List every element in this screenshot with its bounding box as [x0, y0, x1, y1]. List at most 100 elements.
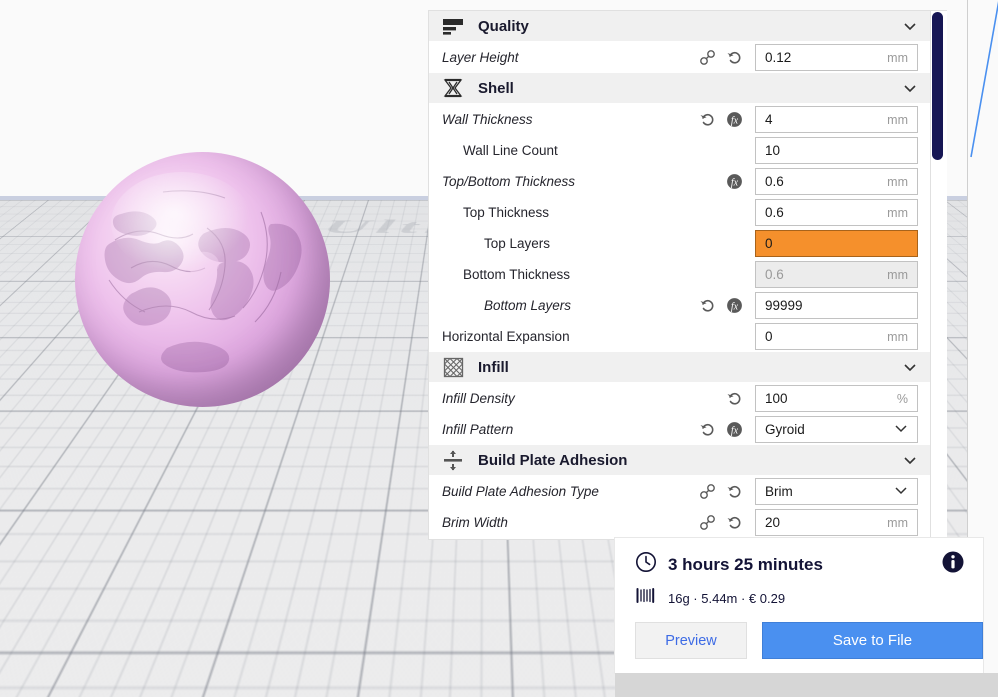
infill-pattern-dropdown[interactable]: Gyroid [755, 416, 918, 443]
globe-model[interactable] [75, 152, 330, 407]
setting-row-top-layers[interactable]: Top Layers 0 [429, 228, 930, 259]
print-settings-panel[interactable]: Quality Layer Height 0.12 mm [428, 10, 931, 540]
field-value: 20 [756, 515, 887, 530]
field-value: 0.6 [756, 267, 887, 282]
chevron-down-icon[interactable] [893, 482, 909, 501]
revert-icon[interactable] [726, 49, 743, 66]
save-to-file-button[interactable]: Save to File [762, 622, 983, 659]
setting-label: Top Thickness [442, 205, 743, 220]
print-info-card: 3 hours 25 minutes [615, 538, 983, 673]
top-thickness-input[interactable]: 0.6 mm [755, 199, 918, 226]
material-usage-text: 16g · 5.44m · € 0.29 [668, 591, 785, 606]
row-icon-group: fx [699, 111, 743, 128]
revert-icon[interactable] [726, 514, 743, 531]
category-label: Build Plate Adhesion [478, 452, 902, 469]
chevron-down-icon[interactable] [902, 452, 918, 468]
setting-row-build-plate-adhesion-type[interactable]: Build Plate Adhesion Type Brim [429, 476, 930, 507]
preview-button[interactable]: Preview [635, 622, 747, 659]
settings-category-infill[interactable]: Infill [429, 352, 930, 383]
field-value: 0 [756, 329, 887, 344]
field-value: 0.6 [756, 174, 887, 189]
setting-label: Bottom Thickness [442, 267, 743, 282]
field-unit: mm [887, 516, 917, 530]
setting-row-infill-pattern[interactable]: Infill Pattern fx Gyroid [429, 414, 930, 445]
field-value: 100 [756, 391, 897, 406]
layer-height-input[interactable]: 0.12 mm [755, 44, 918, 71]
setting-row-wall-line-count[interactable]: Wall Line Count 10 [429, 135, 930, 166]
chevron-down-icon[interactable] [902, 18, 918, 34]
setting-row-top-bottom-thickness[interactable]: Top/Bottom Thickness fx 0.6 mm [429, 166, 930, 197]
revert-icon[interactable] [726, 483, 743, 500]
setting-row-bottom-layers[interactable]: Bottom Layers fx 99999 [429, 290, 930, 321]
revert-icon[interactable] [699, 421, 716, 438]
formula-icon[interactable]: fx [726, 421, 743, 438]
setting-row-top-thickness[interactable]: Top Thickness 0.6 mm [429, 197, 930, 228]
row-icon-group: fx [726, 173, 743, 190]
svg-text:fx: fx [731, 301, 739, 312]
chevron-down-icon[interactable] [893, 420, 909, 439]
revert-icon[interactable] [699, 111, 716, 128]
info-icon[interactable] [942, 551, 964, 573]
bottom-layers-input[interactable]: 99999 [755, 292, 918, 319]
link-icon[interactable] [699, 49, 716, 66]
setting-label: Top Layers [442, 236, 743, 251]
field-unit: mm [887, 206, 917, 220]
brim-width-input[interactable]: 20 mm [755, 509, 918, 536]
print-time-text: 3 hours 25 minutes [668, 555, 823, 575]
top-layers-input[interactable]: 0 [755, 230, 918, 257]
revert-icon[interactable] [699, 297, 716, 314]
row-icon-group [699, 514, 743, 531]
build-plate-adhesion-icon [438, 449, 468, 471]
field-unit: % [897, 392, 917, 406]
field-unit: mm [887, 51, 917, 65]
formula-icon[interactable]: fx [726, 111, 743, 128]
field-value: 0.6 [756, 205, 887, 220]
bottom-thickness-input[interactable]: 0.6 mm [755, 261, 918, 288]
settings-category-quality[interactable]: Quality [429, 11, 930, 42]
top-bottom-thickness-input[interactable]: 0.6 mm [755, 168, 918, 195]
setting-label: Bottom Layers [442, 298, 699, 313]
setting-label: Wall Thickness [442, 112, 699, 127]
row-icon-group: fx [699, 297, 743, 314]
setting-label: Horizontal Expansion [442, 329, 743, 344]
material-usage-row: 16g · 5.44m · € 0.29 [615, 578, 983, 610]
cura-slicer-window: Ultimaker [0, 0, 998, 697]
build-plate-adhesion-type-dropdown[interactable]: Brim [755, 478, 918, 505]
clock-icon [635, 551, 657, 578]
formula-icon[interactable]: fx [726, 297, 743, 314]
link-icon[interactable] [699, 483, 716, 500]
setting-label: Top/Bottom Thickness [442, 174, 726, 189]
chevron-down-icon[interactable] [902, 359, 918, 375]
settings-category-build-plate-adhesion[interactable]: Build Plate Adhesion [429, 445, 930, 476]
offscreen-panel-edge-icon [968, 0, 998, 160]
setting-label: Infill Pattern [442, 422, 699, 437]
field-unit: mm [887, 268, 917, 282]
revert-icon[interactable] [726, 390, 743, 407]
row-icon-group [726, 390, 743, 407]
row-icon-group: fx [699, 421, 743, 438]
setting-row-horizontal-expansion[interactable]: Horizontal Expansion 0 mm [429, 321, 930, 352]
setting-label: Build Plate Adhesion Type [442, 484, 699, 499]
infill-density-input[interactable]: 100 % [755, 385, 918, 412]
formula-icon[interactable]: fx [726, 173, 743, 190]
horizontal-expansion-input[interactable]: 0 mm [755, 323, 918, 350]
field-unit: mm [887, 113, 917, 127]
settings-category-shell[interactable]: Shell [429, 73, 930, 104]
category-label: Shell [478, 80, 902, 97]
wall-thickness-input[interactable]: 4 mm [755, 106, 918, 133]
wall-line-count-input[interactable]: 10 [755, 137, 918, 164]
quality-bars-icon [438, 15, 468, 37]
row-icon-group [699, 483, 743, 500]
setting-row-brim-width[interactable]: Brim Width 20 mm [429, 507, 930, 538]
setting-row-layer-height[interactable]: Layer Height 0.12 mm [429, 42, 930, 73]
link-icon[interactable] [699, 514, 716, 531]
settings-scrollbar-thumb[interactable] [932, 12, 943, 160]
category-label: Infill [478, 359, 902, 376]
field-value: Gyroid [756, 422, 893, 437]
setting-row-bottom-thickness[interactable]: Bottom Thickness 0.6 mm [429, 259, 930, 290]
setting-label: Brim Width [442, 515, 699, 530]
setting-row-infill-density[interactable]: Infill Density 100 % [429, 383, 930, 414]
setting-row-wall-thickness[interactable]: Wall Thickness fx 4 mm [429, 104, 930, 135]
print-time-row: 3 hours 25 minutes [615, 538, 983, 578]
chevron-down-icon[interactable] [902, 80, 918, 96]
